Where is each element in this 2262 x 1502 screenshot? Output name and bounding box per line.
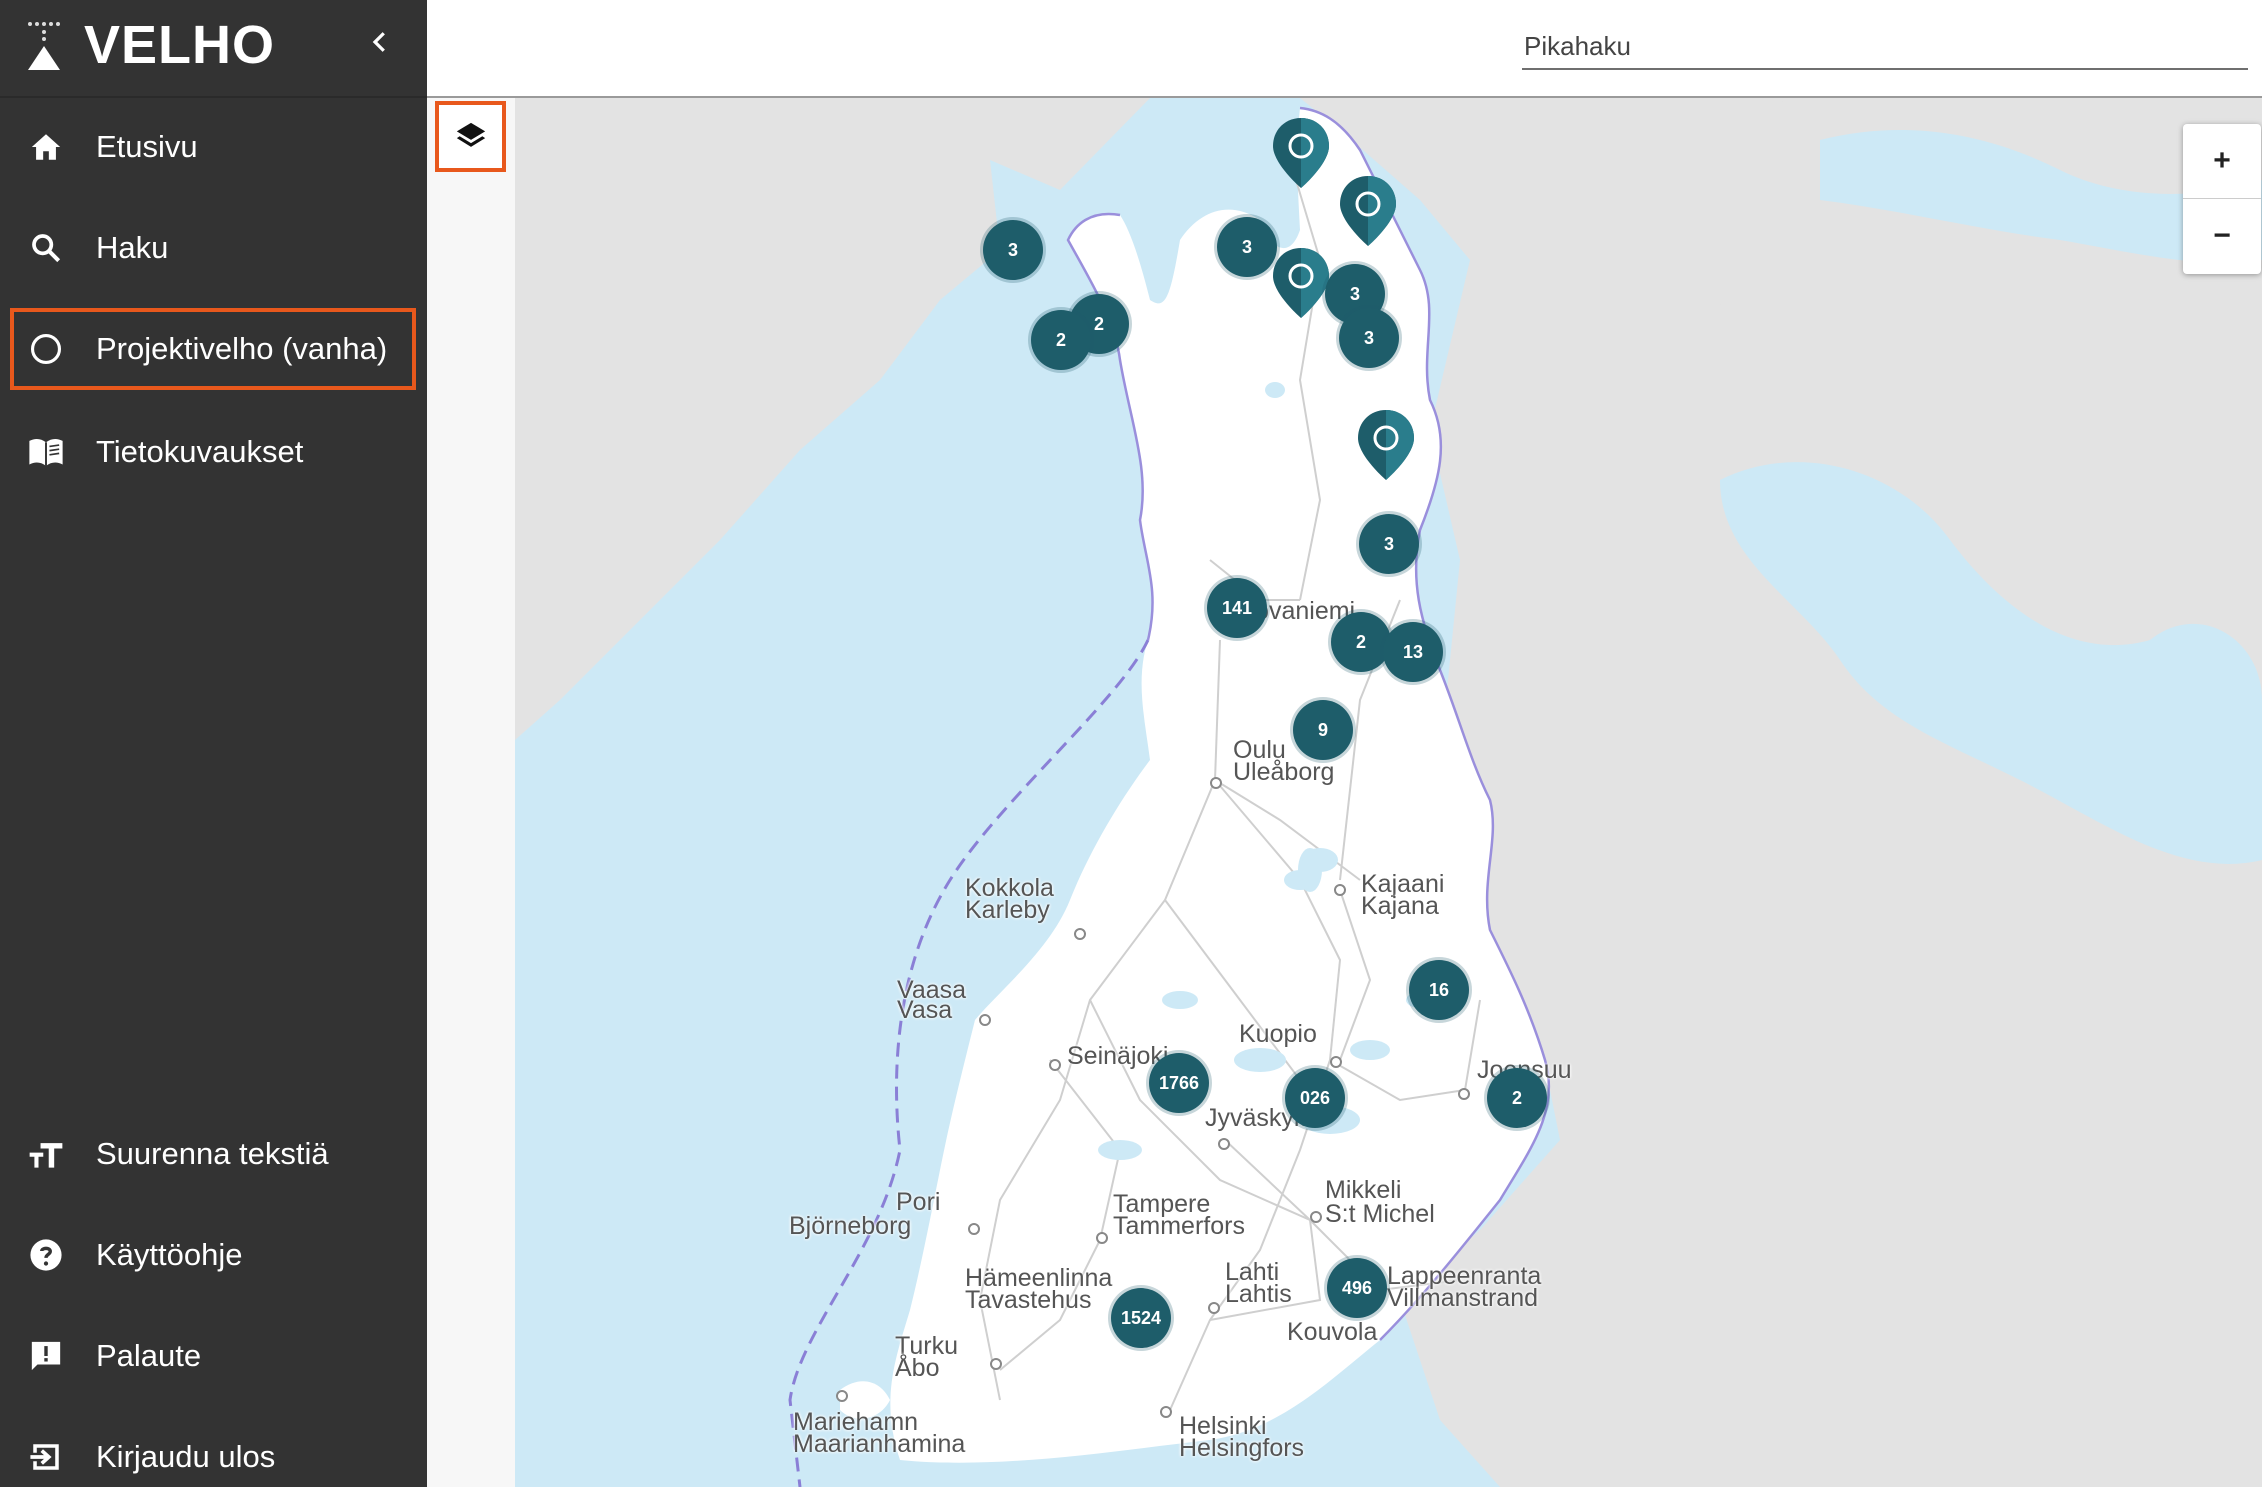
zoom-out-button[interactable]: − bbox=[2183, 199, 2261, 273]
map-cluster[interactable]: 2 bbox=[1331, 612, 1391, 672]
map-cluster[interactable]: 141 bbox=[1207, 578, 1267, 638]
zoom-in-button[interactable]: + bbox=[2183, 124, 2261, 198]
map-cluster[interactable]: 13 bbox=[1383, 622, 1443, 682]
place-label: Helsingfors bbox=[1179, 1434, 1305, 1462]
logout-icon bbox=[28, 1439, 64, 1475]
place-label: Seinäjoki bbox=[1067, 1042, 1169, 1070]
nav-label: Suurenna tekstiä bbox=[96, 1136, 329, 1171]
place-label: Villmanstrand bbox=[1387, 1284, 1539, 1312]
place-label: Kouvola bbox=[1287, 1318, 1378, 1346]
location-pin-icon[interactable] bbox=[1338, 174, 1398, 250]
home-icon bbox=[28, 129, 64, 165]
place-label: Maarianhamina bbox=[793, 1430, 966, 1458]
nav-label: Etusivu bbox=[96, 129, 198, 164]
map-cluster[interactable]: 9 bbox=[1293, 700, 1353, 760]
nav-item-kayttoohje[interactable]: Käyttöohje bbox=[0, 1210, 427, 1300]
place-label: Åbo bbox=[895, 1354, 940, 1382]
map-cluster[interactable]: 026 bbox=[1285, 1068, 1345, 1128]
nav-label: Tietokuvaukset bbox=[96, 434, 304, 469]
map-side-panel bbox=[427, 98, 515, 1487]
layers-button[interactable] bbox=[435, 101, 506, 172]
search-icon bbox=[28, 230, 64, 266]
nav-label: Kirjaudu ulos bbox=[96, 1439, 276, 1474]
map-cluster[interactable]: 3 bbox=[1217, 217, 1277, 277]
location-pin-icon[interactable] bbox=[1356, 408, 1416, 484]
location-pin-icon[interactable] bbox=[1271, 246, 1331, 322]
place-label: Tavastehus bbox=[965, 1286, 1092, 1314]
quick-search-input[interactable] bbox=[1522, 24, 2248, 70]
nav-label: Projektivelho (vanha) bbox=[96, 331, 388, 366]
location-pin-icon[interactable] bbox=[1271, 116, 1331, 192]
velho-logo-icon bbox=[28, 22, 60, 70]
collapse-sidebar-button[interactable] bbox=[360, 26, 400, 66]
nav-label: Käyttöohje bbox=[96, 1237, 243, 1272]
nav-label: Haku bbox=[96, 230, 169, 265]
chevron-left-icon bbox=[372, 32, 385, 52]
map-cluster[interactable]: 3 bbox=[1339, 308, 1399, 368]
zoom-controls: + − bbox=[2183, 124, 2261, 274]
place-label: Kajana bbox=[1361, 892, 1439, 920]
text-size-icon bbox=[28, 1136, 64, 1172]
place-label: Kuopio bbox=[1239, 1020, 1317, 1048]
place-label: Vasa bbox=[897, 996, 953, 1024]
place-label: Lahtis bbox=[1225, 1280, 1292, 1308]
place-label: Uleåborg bbox=[1233, 758, 1335, 786]
place-label: Tammerfors bbox=[1113, 1212, 1245, 1240]
nav-item-tietokuvaukset[interactable]: Tietokuvaukset bbox=[0, 407, 427, 497]
map-cluster[interactable]: 1524 bbox=[1111, 1288, 1171, 1348]
place-label: Björneborg bbox=[789, 1212, 912, 1240]
nav-item-etusivu[interactable]: Etusivu bbox=[0, 102, 427, 192]
place-label: Pori bbox=[896, 1188, 941, 1216]
book-icon bbox=[28, 434, 64, 470]
place-label: S:t Michel bbox=[1325, 1200, 1435, 1228]
map-cluster[interactable]: 2 bbox=[1031, 310, 1091, 370]
map-cluster[interactable]: 1766 bbox=[1149, 1053, 1209, 1113]
map-cluster[interactable]: 3 bbox=[983, 220, 1043, 280]
nav-item-kirjaudu-ulos[interactable]: Kirjaudu ulos bbox=[0, 1412, 427, 1502]
help-icon bbox=[28, 1237, 64, 1273]
place-label: Karleby bbox=[965, 896, 1050, 924]
map-cluster[interactable]: 3 bbox=[1359, 514, 1419, 574]
nav-label: Palaute bbox=[96, 1338, 202, 1373]
nav-item-projektivelho[interactable]: Projektivelho (vanha) bbox=[10, 308, 416, 390]
nav-item-palaute[interactable]: Palaute bbox=[0, 1311, 427, 1401]
circle-icon bbox=[28, 331, 64, 367]
map-cluster[interactable]: 2 bbox=[1487, 1068, 1547, 1128]
app-logo-text: VELHO bbox=[84, 15, 276, 75]
brand: VELHO bbox=[0, 0, 427, 98]
nav-item-haku[interactable]: Haku bbox=[0, 203, 427, 293]
map-cluster[interactable]: 16 bbox=[1409, 960, 1469, 1020]
map-cluster[interactable]: 496 bbox=[1327, 1258, 1387, 1318]
sidebar: VELHO Etusivu Haku Projektivelho (vanha)… bbox=[0, 0, 427, 1487]
layers-icon bbox=[456, 122, 485, 147]
nav-item-suurenna-tekstia[interactable]: Suurenna tekstiä bbox=[0, 1109, 427, 1199]
feedback-icon bbox=[28, 1338, 64, 1374]
map-canvas[interactable]: Rovaniemi Oulu Uleåborg Kokkola Karleby … bbox=[515, 98, 2262, 1487]
place-label: Mikkeli bbox=[1325, 1176, 1402, 1204]
